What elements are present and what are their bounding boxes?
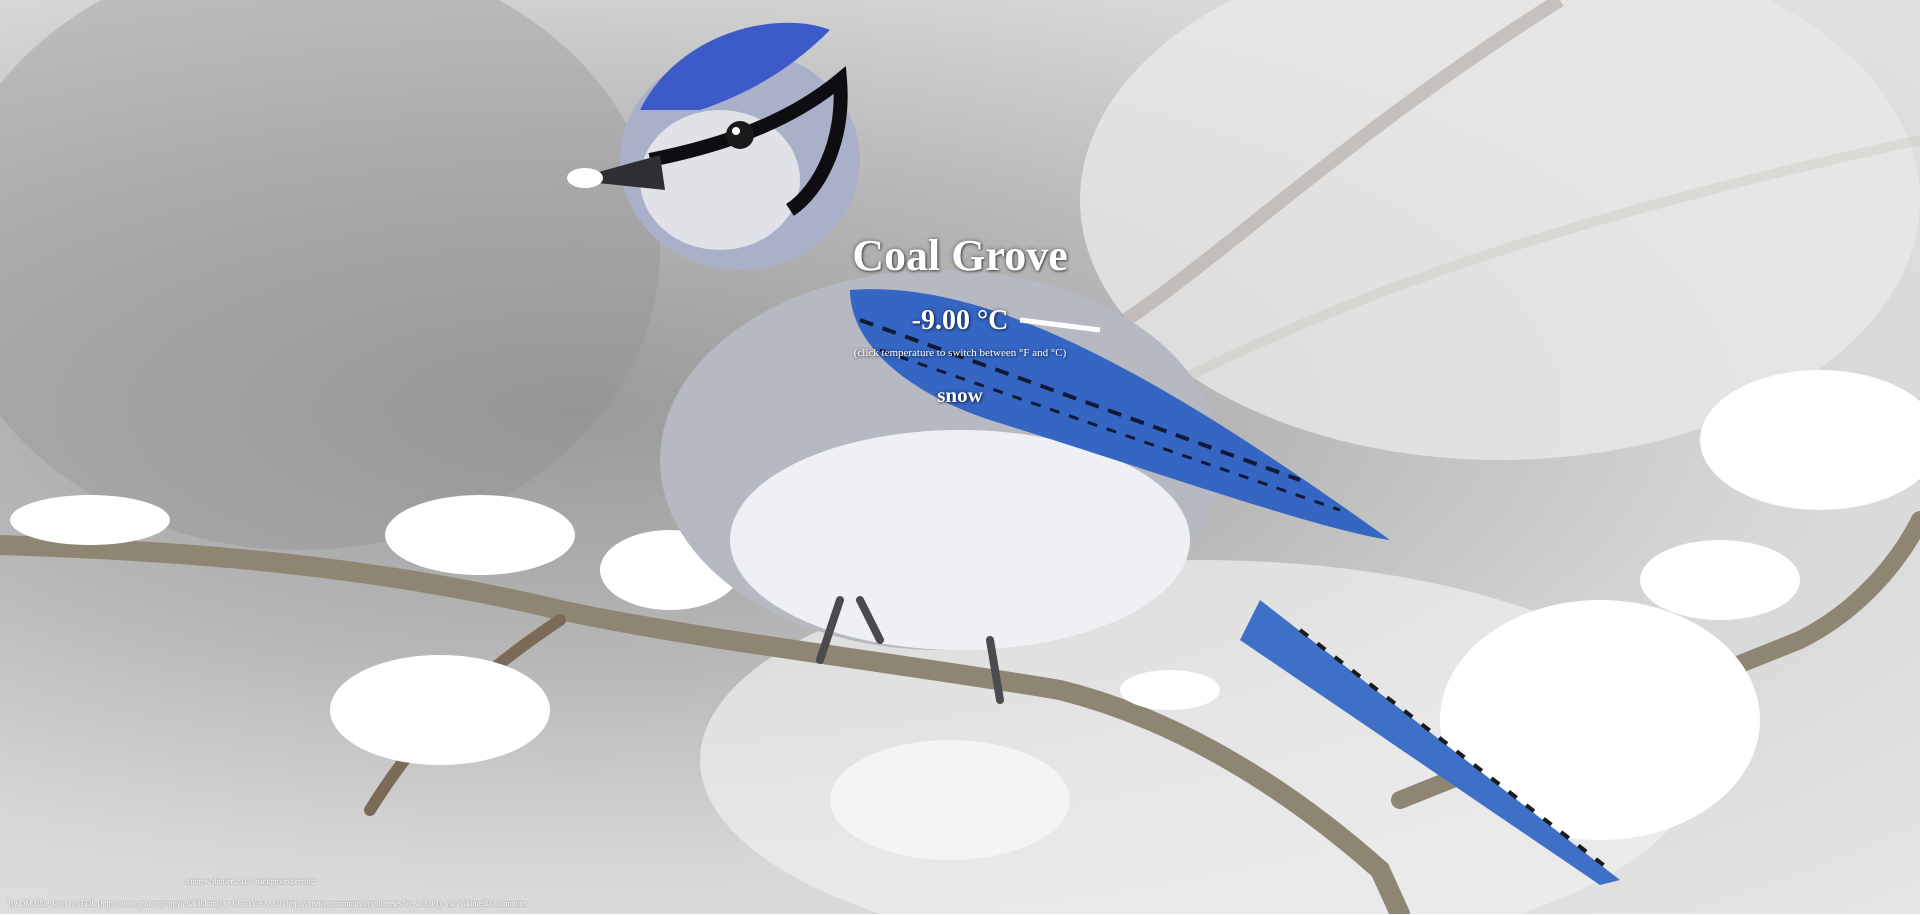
credit-license: By DM Blue Jay(s) (GFDL (http://www.gnu.… xyxy=(8,899,527,908)
weather-panel: Coal Grove -9.00 °C (click temperature t… xyxy=(760,230,1160,408)
blue-jay-illustration xyxy=(0,0,1920,914)
city-name: Coal Grove xyxy=(852,231,1068,280)
weather-condition: snow xyxy=(937,383,983,407)
credit-author: Andrew thutler 2017, background credit: xyxy=(184,877,316,886)
photo-credit: Andrew thutler 2017, background credit: … xyxy=(0,871,540,915)
temperature-toggle[interactable]: -9.00 °C xyxy=(912,304,1009,338)
unit-hint: (click temperature to switch between °F … xyxy=(853,347,1067,359)
background-photo xyxy=(0,0,1920,914)
